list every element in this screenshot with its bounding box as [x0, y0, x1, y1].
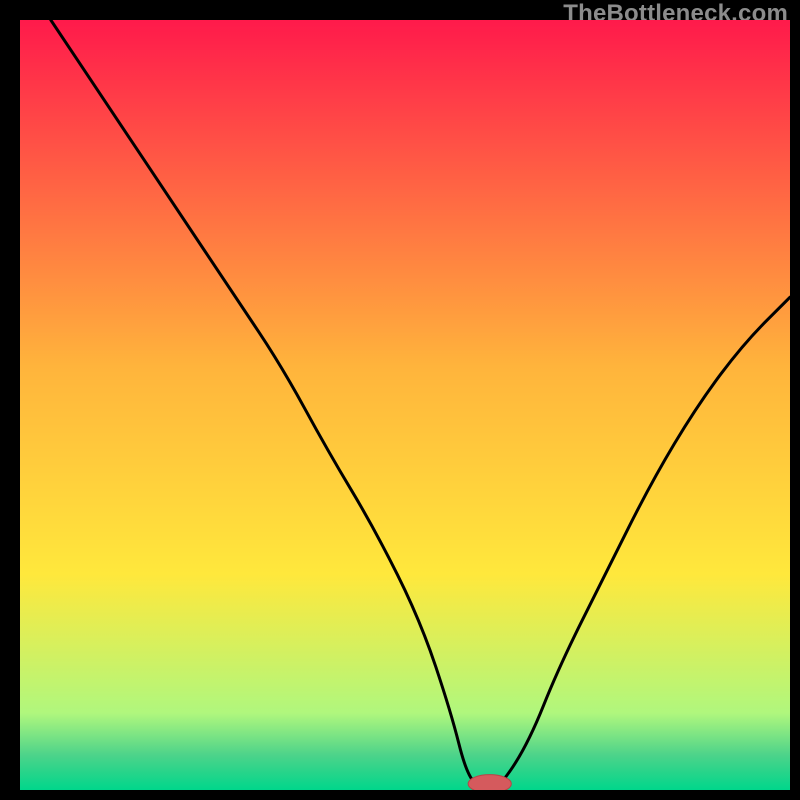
chart-svg	[20, 20, 790, 790]
gradient-background	[20, 20, 790, 790]
optimum-marker	[468, 775, 511, 790]
chart-frame: TheBottleneck.com	[0, 0, 800, 800]
plot-area	[20, 20, 790, 790]
